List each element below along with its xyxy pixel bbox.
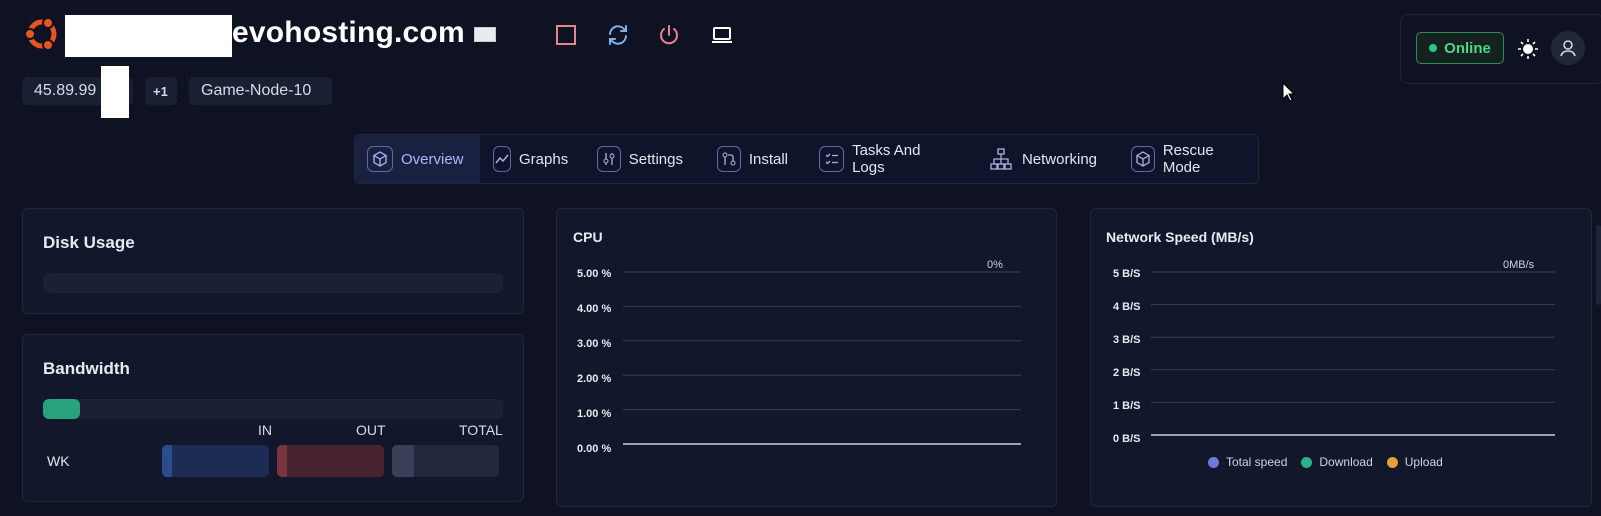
tab-rescue-mode[interactable]: Rescue Mode — [1119, 135, 1259, 183]
tab-overview[interactable]: Overview — [355, 135, 480, 183]
bandwidth-out-header: OUT — [356, 422, 386, 438]
network-tick-label: 5 B/S — [1113, 268, 1141, 280]
cube-icon — [367, 146, 393, 172]
bandwidth-in-header: IN — [258, 422, 272, 438]
tab-networking[interactable]: Networking — [977, 135, 1109, 183]
cpu-y-axis: 5.00 % 4.00 % 3.00 % 2.00 % 1.00 % 0.00 … — [577, 268, 612, 455]
tab-tasks-and-logs[interactable]: Tasks And Logs — [807, 135, 965, 183]
bandwidth-total-cell — [392, 445, 499, 477]
network-tick-label: 1 B/S — [1113, 400, 1141, 412]
bandwidth-title: Bandwidth — [43, 359, 130, 378]
console-button[interactable] — [709, 22, 735, 48]
tab-bar: Overview Graphs Settings Install Tasks A… — [354, 134, 1259, 184]
legend-dot — [1301, 456, 1313, 468]
theme-toggle-sun-icon[interactable] — [1516, 37, 1540, 61]
bandwidth-row-label: WK — [47, 453, 70, 469]
bandwidth-in-cell — [162, 445, 269, 477]
network-chart-plot — [1151, 271, 1555, 436]
network-chart-title: Network Speed (MB/s) — [1106, 229, 1254, 245]
power-button[interactable] — [656, 22, 682, 48]
network-legend: Total speed Download Upload — [1208, 455, 1443, 469]
checklist-icon — [819, 146, 845, 172]
bandwidth-fill — [43, 399, 80, 419]
box-icon — [1131, 146, 1155, 172]
user-icon — [1560, 40, 1576, 57]
restart-button[interactable] — [605, 22, 631, 48]
status-dot — [1429, 44, 1438, 52]
node-name: Game-Node-10 — [201, 82, 312, 99]
ip-address: 45.89.99 — [34, 82, 97, 99]
tab-install[interactable]: Install — [705, 135, 800, 183]
legend-dot — [1386, 456, 1398, 468]
status-badge: Online — [1416, 32, 1504, 64]
console-icon — [712, 27, 732, 43]
network-tick-label: 4 B/S — [1113, 301, 1141, 313]
restart-icon — [609, 25, 627, 45]
graph-icon — [493, 146, 511, 172]
cpu-tick-label: 0.00 % — [577, 443, 612, 455]
stop-icon — [556, 25, 576, 45]
legend-item-upload[interactable]: Upload — [1386, 455, 1443, 469]
legend-item-total-speed[interactable]: Total speed — [1208, 455, 1287, 469]
disk-usage-card — [22, 208, 524, 314]
cpu-tick-label: 1.00 % — [577, 408, 612, 420]
cpu-chart-title: CPU — [573, 229, 603, 245]
disk-usage-title: Disk Usage — [43, 233, 135, 252]
network-y-axis: 5 B/S 4 B/S 3 B/S 2 B/S 1 B/S 0 B/S — [1113, 268, 1153, 448]
cpu-chart-plot — [623, 271, 1021, 445]
legend-item-download[interactable]: Download — [1301, 455, 1373, 469]
cpu-tick-label: 2.00 % — [577, 373, 612, 385]
cpu-tick-label: 5.00 % — [577, 268, 612, 280]
power-icon — [660, 25, 678, 45]
ubuntu-logo-icon — [22, 14, 62, 54]
disk-usage-bar — [43, 273, 503, 293]
node-chip: Game-Node-10 — [189, 77, 332, 105]
git-icon — [717, 146, 741, 172]
bandwidth-total-header: TOTAL — [459, 422, 503, 438]
stop-button[interactable] — [553, 22, 579, 48]
bandwidth-out-cell — [277, 445, 384, 477]
extra-ip-badge[interactable]: +1 — [145, 77, 177, 105]
redacted-ip — [101, 66, 129, 118]
redacted-hostname — [65, 15, 232, 57]
cpu-tick-label: 3.00 % — [577, 338, 612, 350]
tab-settings[interactable]: Settings — [585, 135, 695, 183]
tab-graphs[interactable]: Graphs — [481, 135, 579, 183]
legend-dot — [1208, 456, 1219, 468]
network-tick-label: 3 B/S — [1113, 334, 1141, 346]
bandwidth-bar — [43, 399, 503, 419]
user-avatar[interactable] — [1551, 31, 1585, 65]
network-tick-label: 2 B/S — [1113, 367, 1141, 379]
scrollbar[interactable] — [1596, 225, 1601, 305]
network-tick-label: 0 B/S — [1113, 433, 1141, 445]
country-flag-icon — [474, 27, 496, 42]
mouse-cursor-icon — [1282, 81, 1296, 107]
sliders-icon — [597, 146, 621, 172]
server-hostname: evohosting.com — [232, 16, 465, 49]
cpu-tick-label: 4.00 % — [577, 303, 612, 315]
network-icon — [989, 146, 1014, 172]
